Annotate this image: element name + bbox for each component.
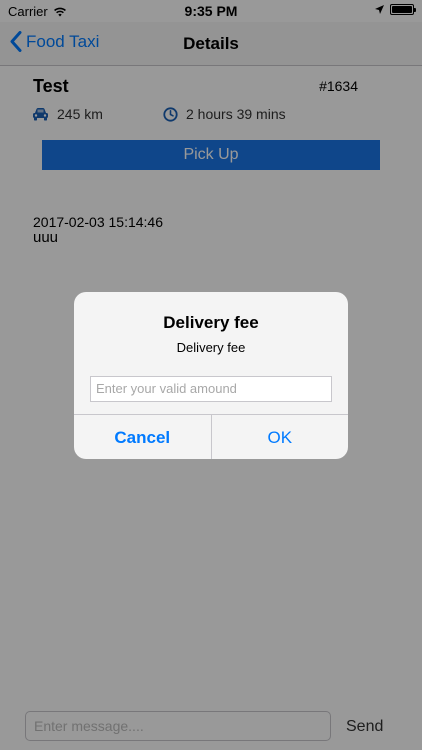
cancel-button[interactable]: Cancel <box>74 415 212 459</box>
alert-message: Delivery fee <box>176 340 246 355</box>
ok-button[interactable]: OK <box>212 415 349 459</box>
delivery-fee-alert: Delivery fee Delivery fee Enter your val… <box>74 292 348 459</box>
amount-input[interactable]: Enter your valid amound <box>90 376 332 402</box>
alert-title: Delivery fee <box>163 313 259 332</box>
alert-button-row: Cancel OK <box>74 414 348 459</box>
